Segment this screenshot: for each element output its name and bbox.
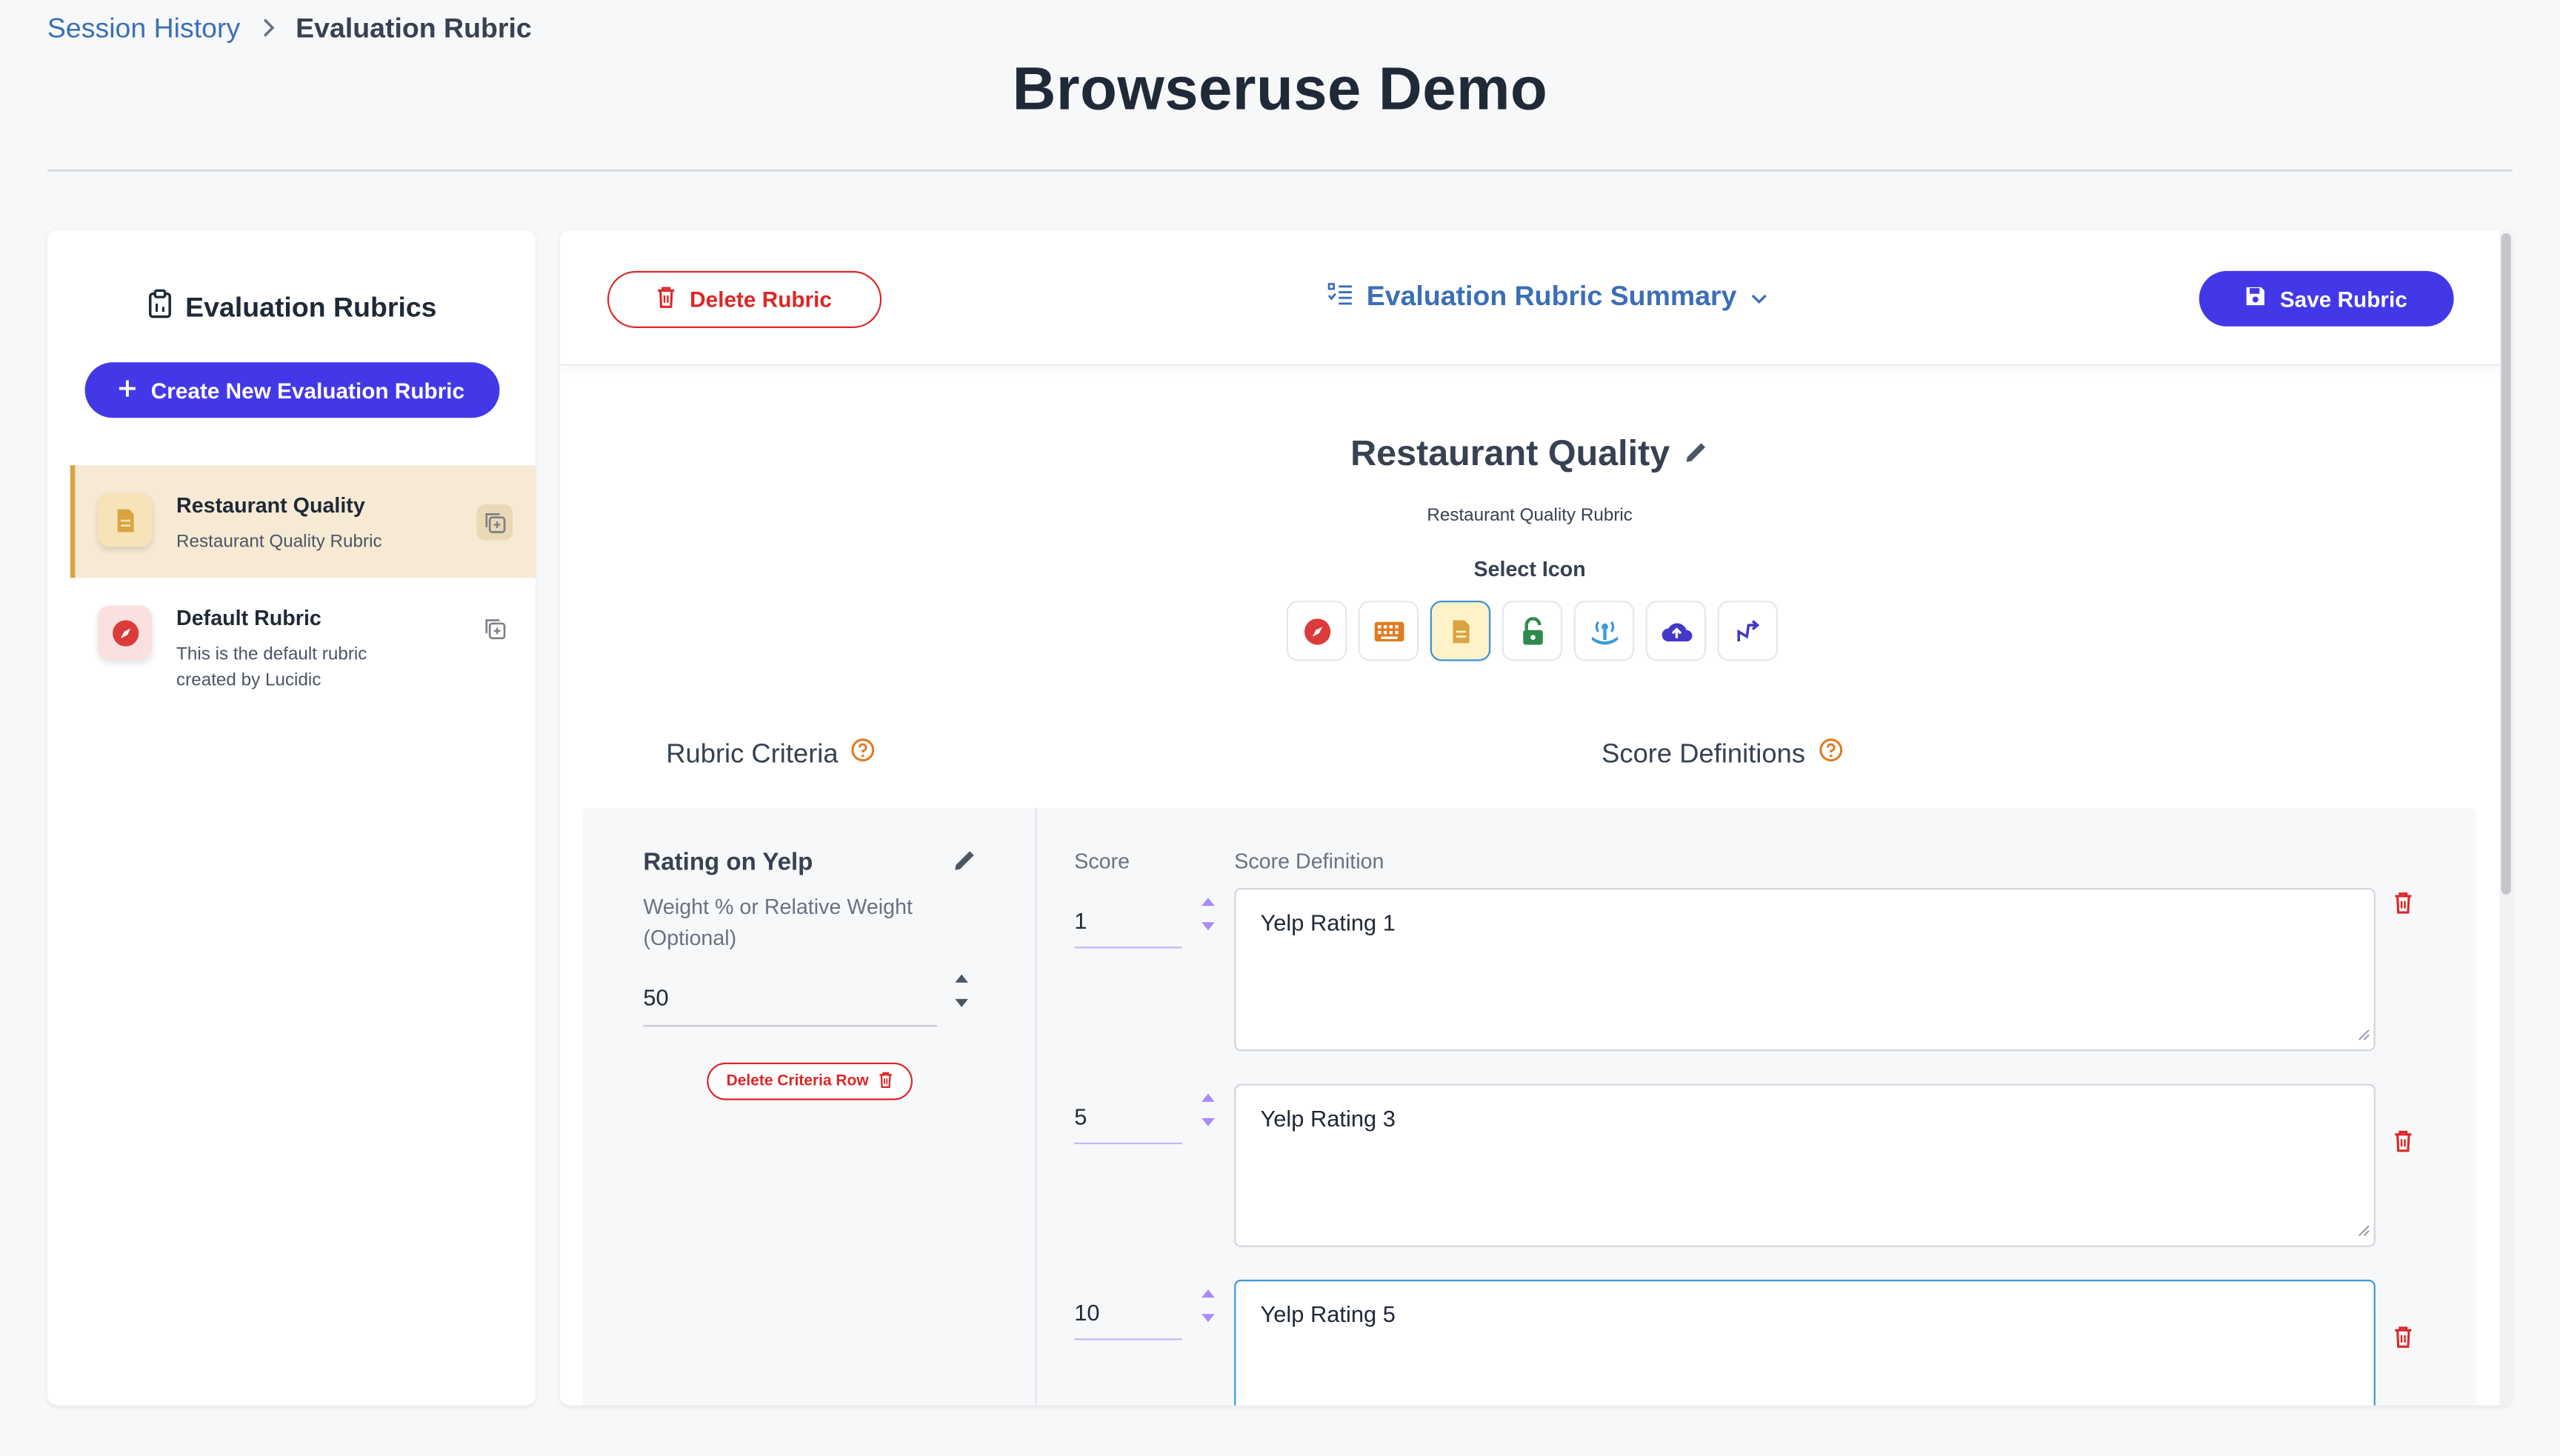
rubric-sidebar: Evaluation Rubrics Create New Evaluation… [47, 230, 536, 1406]
plus-icon [119, 378, 138, 402]
caret-up-icon[interactable] [1200, 1288, 1216, 1299]
resize-handle-icon[interactable] [2358, 1216, 2371, 1242]
rubric-item-desc: Restaurant Quality Rubric [176, 532, 382, 552]
score-definitions-label: Score Definitions [1601, 738, 1806, 768]
keyboard-icon[interactable] [1358, 601, 1419, 661]
score-definition-text: Yelp Rating 1 [1260, 909, 1396, 935]
rubric-item-desc: This is the default rubric created by Lu… [176, 644, 367, 691]
score-stepper[interactable] [1200, 896, 1216, 932]
select-icon-label: Select Icon [1473, 556, 1586, 581]
trash-icon [657, 286, 676, 313]
create-rubric-label: Create New Evaluation Rubric [150, 378, 465, 403]
pencil-icon[interactable] [1683, 433, 1709, 475]
score-stepper[interactable] [1200, 1288, 1216, 1323]
delete-criteria-label: Delete Criteria Row [726, 1072, 869, 1091]
rubric-summary-dropdown[interactable]: Evaluation Rubric Summary [1327, 281, 1767, 313]
chevron-down-icon [1750, 281, 1767, 313]
score-input[interactable]: 1 [1074, 889, 1182, 949]
clipboard-icon [146, 289, 172, 327]
chevron-right-icon [260, 16, 276, 42]
rubric-item-name: Restaurant Quality [176, 492, 365, 518]
delete-score-row-icon[interactable] [2393, 891, 2413, 922]
score-definition-textarea[interactable]: Yelp Rating 1 [1234, 887, 2376, 1052]
rubric-list-item[interactable]: Restaurant Quality Restaurant Quality Ru… [70, 465, 536, 578]
scrollbar[interactable] [2499, 230, 2513, 1406]
criteria-column: Rating on Yelp Weight % or Relative Weig… [583, 807, 1037, 1406]
criteria-row: Rating on Yelp Weight % or Relative Weig… [582, 807, 2477, 1406]
delete-score-row-icon[interactable] [2393, 1326, 2413, 1357]
score-stepper[interactable] [1200, 1092, 1216, 1127]
cloud-upload-icon[interactable] [1645, 601, 1707, 661]
score-definition-text: Yelp Rating 3 [1260, 1105, 1396, 1132]
caret-up-icon[interactable] [953, 973, 970, 984]
score-definition-textarea[interactable]: Yelp Rating 3 [1234, 1083, 2376, 1247]
sidebar-heading: Evaluation Rubrics [47, 289, 536, 327]
definition-header: Score Definition [1234, 849, 1384, 874]
caret-down-icon[interactable] [1200, 1312, 1216, 1323]
rubric-editor: Delete Rubric Evaluation Rubric Summary … [559, 230, 2513, 1406]
delete-score-row-icon[interactable] [2393, 1129, 2413, 1161]
create-rubric-button[interactable]: Create New Evaluation Rubric [84, 362, 499, 418]
caret-down-icon[interactable] [1200, 921, 1216, 932]
page-title: Browseruse Demo [1012, 55, 1548, 123]
breadcrumb-session-history[interactable]: Session History [47, 13, 240, 46]
caret-down-icon[interactable] [1200, 1117, 1216, 1128]
duplicate-icon[interactable] [476, 504, 513, 541]
caret-down-icon[interactable] [953, 998, 970, 1009]
score-input[interactable]: 5 [1074, 1086, 1182, 1145]
weight-label: Weight % or Relative Weight (Optional) [643, 894, 913, 950]
caret-up-icon[interactable] [1200, 1092, 1216, 1103]
delete-criteria-row-button[interactable]: Delete Criteria Row [707, 1062, 913, 1101]
help-icon[interactable] [851, 738, 876, 770]
save-icon [2246, 286, 2267, 312]
rubric-subtitle: Restaurant Quality Rubric [1427, 506, 1633, 526]
trash-icon [879, 1070, 893, 1093]
pencil-icon[interactable] [952, 847, 978, 881]
icon-picker [1286, 601, 1779, 661]
document-icon [98, 492, 152, 547]
score-input[interactable]: 10 [1074, 1281, 1182, 1340]
scrollbar-thumb[interactable] [2501, 233, 2511, 895]
delete-rubric-button[interactable]: Delete Rubric [607, 270, 882, 329]
graph-icon[interactable] [1717, 601, 1779, 661]
rubric-criteria-label: Rubric Criteria [666, 738, 839, 768]
breadcrumb-current: Evaluation Rubric [296, 13, 532, 44]
caret-up-icon[interactable] [1200, 896, 1216, 907]
rubric-list-item[interactable]: Default Rubric This is the default rubri… [70, 578, 536, 708]
score-definition-text: Yelp Rating 5 [1260, 1300, 1396, 1327]
weight-input[interactable]: 50 [643, 971, 938, 1027]
rubric-name: Restaurant Quality [560, 433, 2499, 475]
score-header: Score [1074, 849, 1130, 874]
checklist-icon [1327, 281, 1353, 313]
document-icon[interactable] [1430, 601, 1491, 661]
compass-icon[interactable] [1286, 601, 1347, 661]
score-definitions-heading: Score Definitions [1601, 738, 1843, 770]
save-rubric-button[interactable]: Save Rubric [2199, 270, 2454, 327]
breadcrumb: Session History Evaluation Rubric [47, 13, 532, 46]
rubric-item-name: Default Rubric [176, 605, 321, 630]
rubric-summary-label: Evaluation Rubric Summary [1366, 281, 1737, 312]
signal-icon[interactable] [1573, 601, 1635, 661]
rubric-name-text: Restaurant Quality [1350, 433, 1670, 474]
help-icon[interactable] [1819, 738, 1843, 770]
compass-icon [98, 605, 152, 660]
score-definition-textarea[interactable]: Yelp Rating 5 [1234, 1279, 2376, 1406]
delete-rubric-label: Delete Rubric [690, 287, 832, 312]
weight-stepper[interactable] [953, 973, 970, 1009]
criteria-name: Rating on Yelp [643, 849, 813, 877]
sidebar-heading-label: Evaluation Rubrics [185, 291, 437, 323]
rubric-criteria-heading: Rubric Criteria [666, 738, 876, 770]
save-rubric-label: Save Rubric [2279, 286, 2407, 311]
duplicate-icon[interactable] [477, 610, 513, 646]
resize-handle-icon[interactable] [2358, 1021, 2371, 1046]
divider [47, 170, 2513, 172]
editor-toolbar: Delete Rubric Evaluation Rubric Summary … [559, 230, 2500, 366]
unlock-icon[interactable] [1501, 601, 1563, 661]
